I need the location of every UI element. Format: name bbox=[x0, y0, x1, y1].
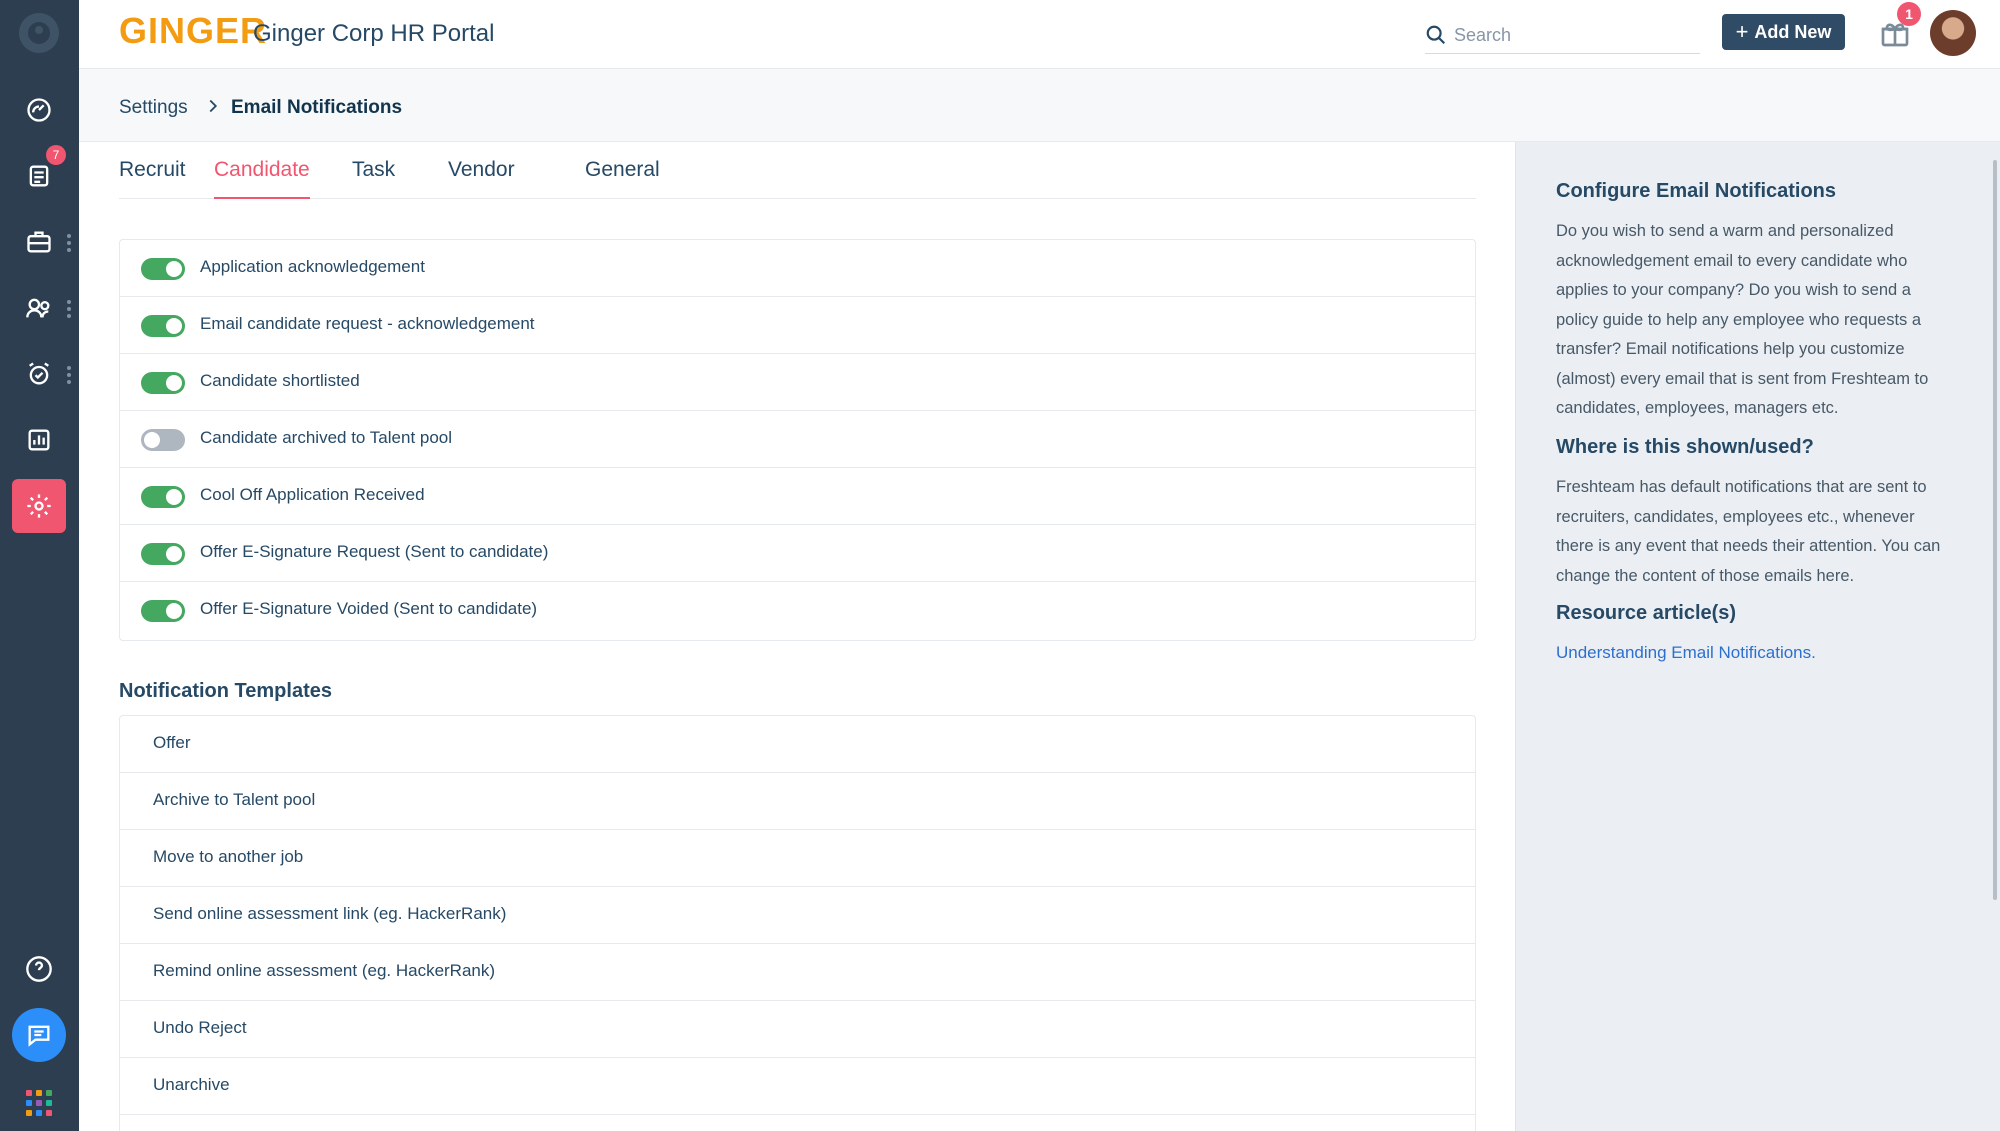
toggle-row: Application acknowledgement bbox=[120, 240, 1475, 297]
toggle-row: Offer E-Signature Voided (Sent to candid… bbox=[120, 582, 1475, 639]
template-label: Archive to Talent pool bbox=[153, 790, 316, 809]
tab-general[interactable]: General bbox=[585, 158, 660, 199]
template-row[interactable]: Remind online assessment (eg. HackerRank… bbox=[120, 944, 1475, 1001]
info-title: Configure Email Notifications bbox=[1556, 180, 1837, 202]
template-label: Undo Reject bbox=[153, 1018, 247, 1037]
toggle-label: Cool Off Application Received bbox=[200, 485, 425, 504]
portal-title: Ginger Corp HR Portal bbox=[253, 20, 495, 47]
jobs-more-icon[interactable] bbox=[67, 234, 71, 255]
toggle-label: Candidate archived to Talent pool bbox=[200, 428, 453, 447]
toggle-label: Offer E-Signature Voided (Sent to candid… bbox=[200, 599, 538, 618]
add-new-button[interactable]: + Add New bbox=[1722, 14, 1845, 50]
org-logo-icon[interactable] bbox=[19, 13, 59, 53]
toggle-row: Cool Off Application Received bbox=[120, 468, 1475, 525]
notification-toggle[interactable] bbox=[141, 258, 185, 280]
alarm-icon[interactable] bbox=[12, 347, 66, 401]
left-sidebar: 7 bbox=[0, 0, 79, 1131]
people-more-icon[interactable] bbox=[67, 300, 71, 321]
notification-toggle[interactable] bbox=[141, 315, 185, 337]
template-row[interactable]: Archive to Talent pool bbox=[120, 773, 1475, 830]
notification-toggle[interactable] bbox=[141, 486, 185, 508]
bar-chart-icon[interactable] bbox=[12, 413, 66, 467]
gift-count-badge: 1 bbox=[1897, 2, 1921, 26]
notification-toggle[interactable] bbox=[141, 600, 185, 622]
help-icon[interactable] bbox=[12, 942, 66, 996]
info-body: Do you wish to send a warm and personali… bbox=[1556, 222, 1929, 417]
brand-logo[interactable]: GINGER bbox=[119, 10, 267, 52]
dashboard-icon[interactable] bbox=[12, 83, 66, 137]
tab-vendor[interactable]: Vendor bbox=[448, 158, 515, 199]
page-scrollbar[interactable] bbox=[1993, 160, 1997, 900]
toggle-row: Email candidate request - acknowledgemen… bbox=[120, 297, 1475, 354]
template-row[interactable]: Move to another job bbox=[120, 830, 1475, 887]
templates-section-title: Notification Templates bbox=[119, 680, 332, 702]
info-panel: Configure Email Notifications Do you wis… bbox=[1515, 142, 2000, 1131]
info-where-body: Freshteam has default notifications that… bbox=[1556, 478, 1941, 585]
resource-article-link[interactable]: Understanding Email Notifications. bbox=[1556, 643, 1816, 663]
toggle-label: Candidate shortlisted bbox=[200, 371, 360, 390]
tab-bar: Recruit Candidate Task Vendor General bbox=[119, 142, 1476, 199]
tab-recruit[interactable]: Recruit bbox=[119, 158, 186, 199]
add-new-label: Add New bbox=[1754, 21, 1832, 42]
toggle-row: Candidate shortlisted bbox=[120, 354, 1475, 411]
template-label: Remind online assessment (eg. HackerRank… bbox=[153, 961, 496, 980]
search-box[interactable] bbox=[1425, 18, 1700, 54]
breadcrumb-current: Email Notifications bbox=[231, 97, 403, 118]
tasks-count-badge: 7 bbox=[46, 145, 66, 165]
notification-toggle[interactable] bbox=[141, 372, 185, 394]
search-icon bbox=[1426, 25, 1446, 45]
template-row[interactable]: Send online assessment link (eg. HackerR… bbox=[120, 887, 1475, 944]
chat-icon[interactable] bbox=[12, 1008, 66, 1062]
notification-toggle-list: Application acknowledgement Email candid… bbox=[119, 239, 1476, 641]
template-label: Unarchive bbox=[153, 1075, 230, 1094]
tab-candidate[interactable]: Candidate bbox=[214, 158, 310, 199]
top-header: GINGER Ginger Corp HR Portal + Add New 1 bbox=[79, 0, 2000, 69]
toggle-label: Email candidate request - acknowledgemen… bbox=[200, 314, 535, 333]
gear-icon[interactable] bbox=[12, 479, 66, 533]
apps-grid-icon[interactable] bbox=[26, 1090, 52, 1116]
notification-toggle[interactable] bbox=[141, 543, 185, 565]
tab-task[interactable]: Task bbox=[352, 158, 395, 199]
toggle-row: Candidate archived to Talent pool bbox=[120, 411, 1475, 468]
toggle-row: Offer E-Signature Request (Sent to candi… bbox=[120, 525, 1475, 582]
info-where-title: Where is this shown/used? bbox=[1556, 436, 1814, 458]
main-content: Recruit Candidate Task Vendor General Ap… bbox=[79, 142, 1515, 1131]
breadcrumb: Settings Email Notifications bbox=[79, 69, 2000, 142]
template-list: Offer Archive to Talent pool Move to ano… bbox=[119, 715, 1476, 1131]
toggle-label: Application acknowledgement bbox=[200, 257, 425, 276]
search-input[interactable] bbox=[1454, 20, 1694, 50]
user-avatar[interactable] bbox=[1930, 10, 1976, 56]
plus-icon: + bbox=[1735, 19, 1749, 44]
template-row[interactable]: Unarchive bbox=[120, 1058, 1475, 1115]
template-label: Send online assessment link (eg. HackerR… bbox=[153, 904, 507, 923]
template-row[interactable]: Offer bbox=[120, 716, 1475, 773]
toggle-label: Offer E-Signature Request (Sent to candi… bbox=[200, 542, 549, 561]
chevron-right-icon bbox=[202, 95, 224, 117]
timeoff-more-icon[interactable] bbox=[67, 366, 71, 387]
breadcrumb-settings-link[interactable]: Settings bbox=[119, 97, 188, 119]
notification-toggle[interactable] bbox=[141, 429, 185, 451]
briefcase-icon[interactable] bbox=[12, 215, 66, 269]
template-label: Move to another job bbox=[153, 847, 304, 866]
template-row[interactable]: Undo Reject bbox=[120, 1001, 1475, 1058]
people-icon[interactable] bbox=[12, 281, 66, 335]
info-resource-title: Resource article(s) bbox=[1556, 602, 1737, 624]
template-label: Offer bbox=[153, 733, 191, 752]
